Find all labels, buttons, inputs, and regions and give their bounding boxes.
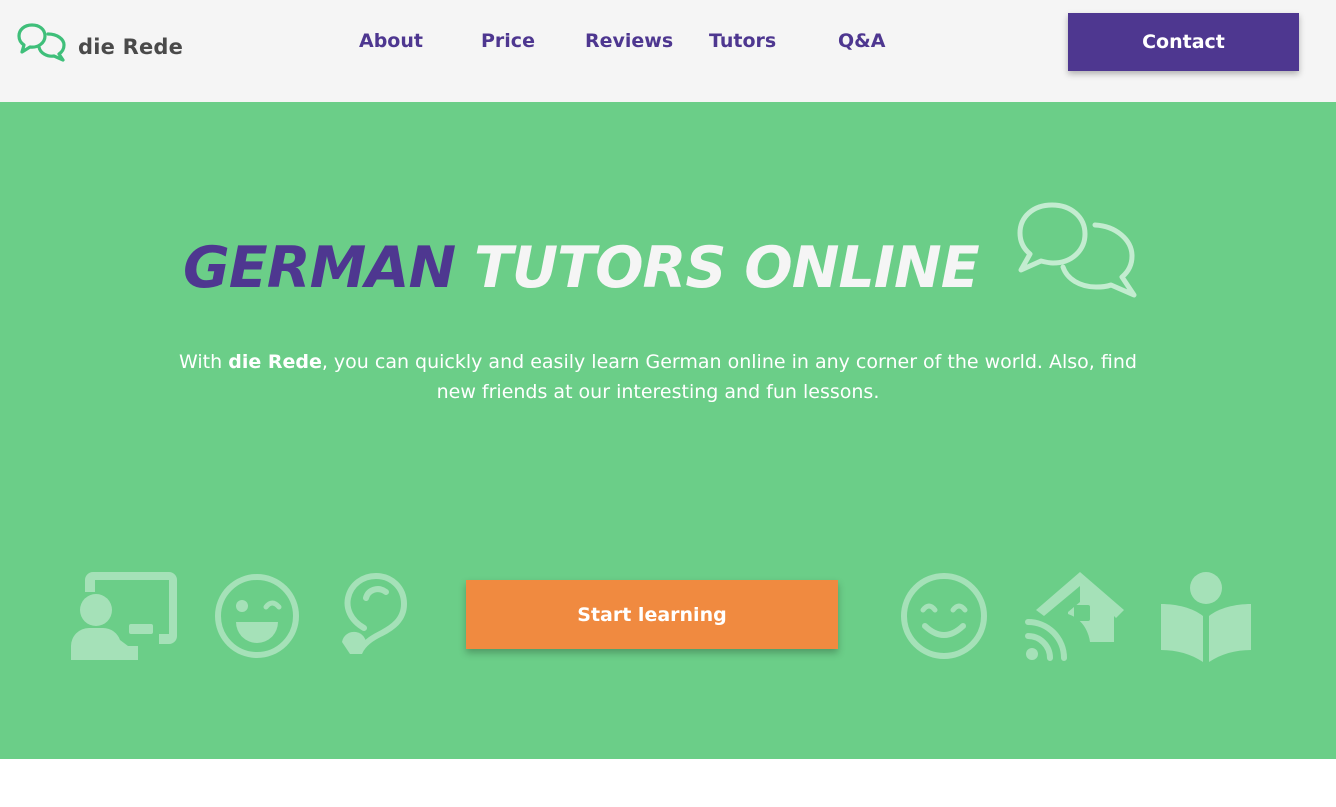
start-learning-button[interactable]: Start learning: [466, 580, 838, 649]
lightbulb-icon: [338, 572, 408, 656]
teacher-board-icon: [67, 572, 177, 660]
chat-bubbles-icon: [1017, 202, 1137, 298]
nav-price[interactable]: Price: [481, 30, 535, 52]
hero-title-highlight: GERMAN: [183, 235, 456, 301]
home-wifi-icon: [1024, 572, 1124, 662]
page-bottom-strip: [0, 759, 1336, 807]
nav-tutors[interactable]: Tutors: [709, 30, 776, 52]
site-header: die Rede About Price Reviews Tutors Q&A …: [0, 0, 1336, 102]
hero-desc-rest: , you can quickly and easily learn Germa…: [321, 351, 1137, 403]
chat-bubbles-icon: [17, 23, 66, 62]
hero-description: With die Rede, you can quickly and easil…: [168, 347, 1148, 407]
wink-face-icon: [213, 572, 301, 660]
logo[interactable]: die Rede: [17, 22, 183, 64]
hero-title-rest: TUTORS ONLINE: [474, 235, 980, 301]
logo-text: die Rede: [78, 35, 184, 59]
nav-qa[interactable]: Q&A: [838, 30, 885, 52]
hero-desc-brand: die Rede: [228, 351, 322, 373]
hero-desc-prefix: With: [179, 351, 229, 373]
reading-book-icon: [1161, 572, 1251, 662]
nav-about[interactable]: About: [359, 30, 423, 52]
nav-reviews[interactable]: Reviews: [585, 30, 673, 52]
contact-button[interactable]: Contact: [1068, 13, 1299, 71]
hero-title: GERMAN TUTORS ONLINE: [183, 230, 980, 306]
smile-face-icon: [899, 572, 989, 660]
hero-section: GERMAN TUTORS ONLINE With die Rede, you …: [0, 102, 1336, 759]
